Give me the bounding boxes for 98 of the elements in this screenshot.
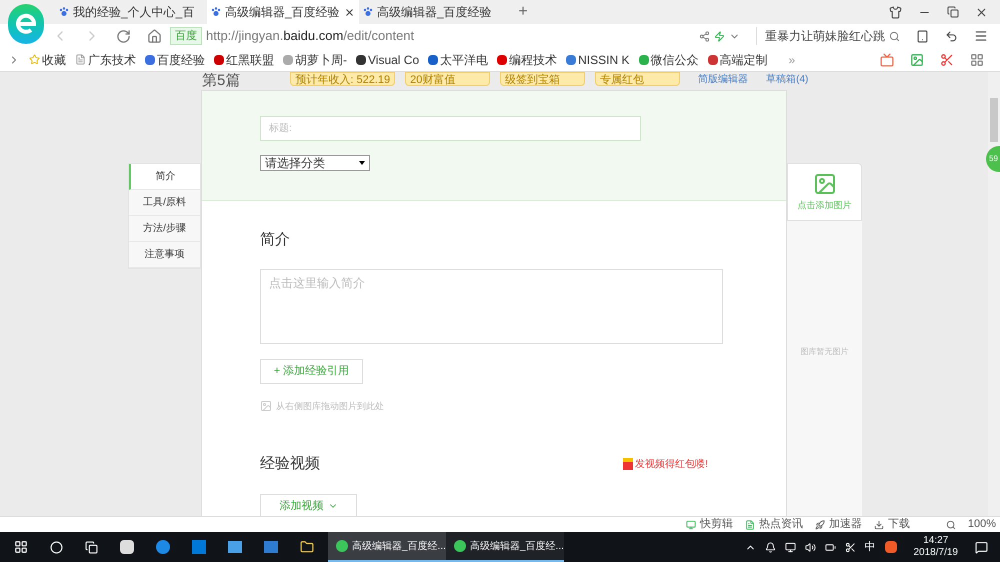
- bookmark-link[interactable]: 百度经验: [157, 50, 205, 68]
- tab-title: 高级编辑器_百度经验: [377, 4, 493, 21]
- gallery-empty-text: 图库暂无图片: [800, 346, 848, 358]
- volume-icon[interactable]: [804, 542, 816, 552]
- site-icon: [145, 54, 155, 64]
- download-icon: [874, 520, 884, 530]
- star-icon: [29, 54, 40, 65]
- section-nav-item[interactable]: 工具/原料: [129, 190, 200, 216]
- home-icon[interactable]: [147, 28, 162, 44]
- site-icon: [356, 54, 366, 64]
- network-icon[interactable]: [784, 542, 796, 552]
- bookmark-link[interactable]: 太平洋电: [440, 50, 488, 68]
- cortana-icon[interactable]: [50, 540, 63, 554]
- status-item[interactable]: 热点资讯: [758, 516, 803, 533]
- editor-link[interactable]: 简版编辑器: [698, 72, 748, 87]
- bookmark-link[interactable]: 收藏: [42, 50, 66, 68]
- url-field[interactable]: http://jingyan.baidu.com/edit/content: [206, 26, 414, 46]
- site-icon: [428, 54, 438, 64]
- category-select[interactable]: 请选择分类: [260, 155, 370, 171]
- bookmark-link[interactable]: 广东技术: [88, 50, 136, 68]
- restore-icon[interactable]: [947, 6, 959, 18]
- video-icon: [686, 520, 696, 530]
- undo-icon[interactable]: [945, 30, 958, 42]
- scissors-icon[interactable]: [940, 52, 954, 66]
- notification-icon[interactable]: [975, 540, 988, 554]
- bookmark-link[interactable]: 编程技术: [509, 50, 558, 68]
- taskbar-window[interactable]: 高级编辑器_百度经...: [328, 532, 446, 562]
- section-nav-item[interactable]: 注意事项: [129, 242, 200, 268]
- site-icon: [497, 54, 508, 64]
- start-icon[interactable]: [14, 540, 28, 554]
- dropdown-icon: [359, 161, 365, 165]
- ime-indicator[interactable]: 中: [864, 538, 876, 556]
- phone-icon[interactable]: [916, 30, 929, 42]
- paw-icon: [211, 7, 221, 17]
- task-view-icon[interactable]: [85, 540, 98, 554]
- envelope-icon: [623, 458, 634, 470]
- section-nav-item[interactable]: 方法/步骤: [129, 216, 200, 242]
- bookmark-link[interactable]: 胡萝卜周-: [295, 50, 347, 68]
- skin-icon[interactable]: [889, 6, 902, 18]
- article-count: 第5篇: [202, 72, 240, 90]
- site-badge: 百度: [170, 26, 202, 46]
- zoom-icon: [946, 520, 956, 530]
- video-promo-link[interactable]: 发视频得红包喽!: [635, 456, 708, 472]
- bell-icon[interactable]: [764, 542, 776, 552]
- site-icon: [283, 54, 293, 64]
- title-field[interactable]: 标题:: [260, 116, 641, 141]
- scrollbar[interactable]: [988, 72, 1000, 516]
- bookmark-link[interactable]: 高端定制: [720, 50, 768, 68]
- browser-logo-icon: [8, 4, 44, 44]
- site-icon: [566, 54, 576, 64]
- tab-title: 高级编辑器_百度经验: [225, 4, 340, 21]
- clock[interactable]: 14:27 2018/7/19: [914, 535, 958, 559]
- bookmark-link[interactable]: 红黑联盟: [226, 50, 274, 68]
- browser-icon: [454, 540, 466, 552]
- reload-icon[interactable]: [116, 28, 131, 44]
- paw-icon: [59, 7, 69, 17]
- editor-link[interactable]: 草稿箱(4): [766, 72, 808, 87]
- site-icon: [638, 54, 648, 64]
- zoom-level[interactable]: 100%: [968, 516, 996, 533]
- browser-tab[interactable]: 高级编辑器_百度经验: [207, 0, 359, 24]
- page-icon: [75, 54, 86, 65]
- section-heading: 简介: [260, 230, 291, 250]
- folder-icon[interactable]: [300, 540, 314, 554]
- search-icon[interactable]: [889, 30, 900, 42]
- browser-icon: [336, 540, 348, 552]
- bookmark-link[interactable]: NISSIN K: [578, 50, 630, 68]
- news-icon: [744, 520, 755, 530]
- rocket-icon: [814, 520, 825, 530]
- sogou-icon[interactable]: [884, 541, 896, 553]
- close-icon[interactable]: [975, 6, 988, 18]
- site-icon: [214, 54, 224, 64]
- menu-icon[interactable]: [974, 29, 988, 43]
- status-item[interactable]: 加速器: [828, 516, 862, 533]
- close-icon[interactable]: [344, 6, 355, 18]
- tv-icon[interactable]: [880, 52, 894, 66]
- intro-field[interactable]: 点击这里输入简介: [260, 268, 723, 344]
- status-item[interactable]: 下载: [888, 516, 910, 533]
- tab-title: 我的经验_个人中心_百: [73, 4, 196, 21]
- new-tab-button[interactable]: +: [511, 0, 535, 24]
- status-item[interactable]: 快剪辑: [700, 516, 733, 533]
- drag-hint: 从右侧图库拖动图片到此处: [276, 400, 384, 412]
- search-field[interactable]: 重暴力让萌妹脸红心跳: [756, 27, 885, 45]
- add-image-icon: [812, 172, 836, 196]
- apps-icon[interactable]: [970, 52, 984, 66]
- bookmark-link[interactable]: 微信公众: [650, 50, 698, 68]
- site-icon: [708, 54, 718, 64]
- lightning-icon[interactable]: [714, 30, 725, 42]
- image-icon: [260, 400, 272, 412]
- edge-icon[interactable]: [156, 540, 170, 554]
- battery-icon[interactable]: [824, 542, 836, 552]
- scrollbar-thumb[interactable]: [990, 98, 998, 142]
- paw-icon: [363, 7, 373, 17]
- app-icon[interactable]: [120, 540, 134, 554]
- section-heading: 经验视频: [260, 454, 320, 474]
- taskbar-window[interactable]: 高级编辑器_百度经...: [446, 532, 564, 562]
- section-nav-item[interactable]: 简介: [129, 164, 200, 190]
- bookmark-link[interactable]: Visual Co: [368, 50, 420, 68]
- share-icon[interactable]: [699, 30, 710, 42]
